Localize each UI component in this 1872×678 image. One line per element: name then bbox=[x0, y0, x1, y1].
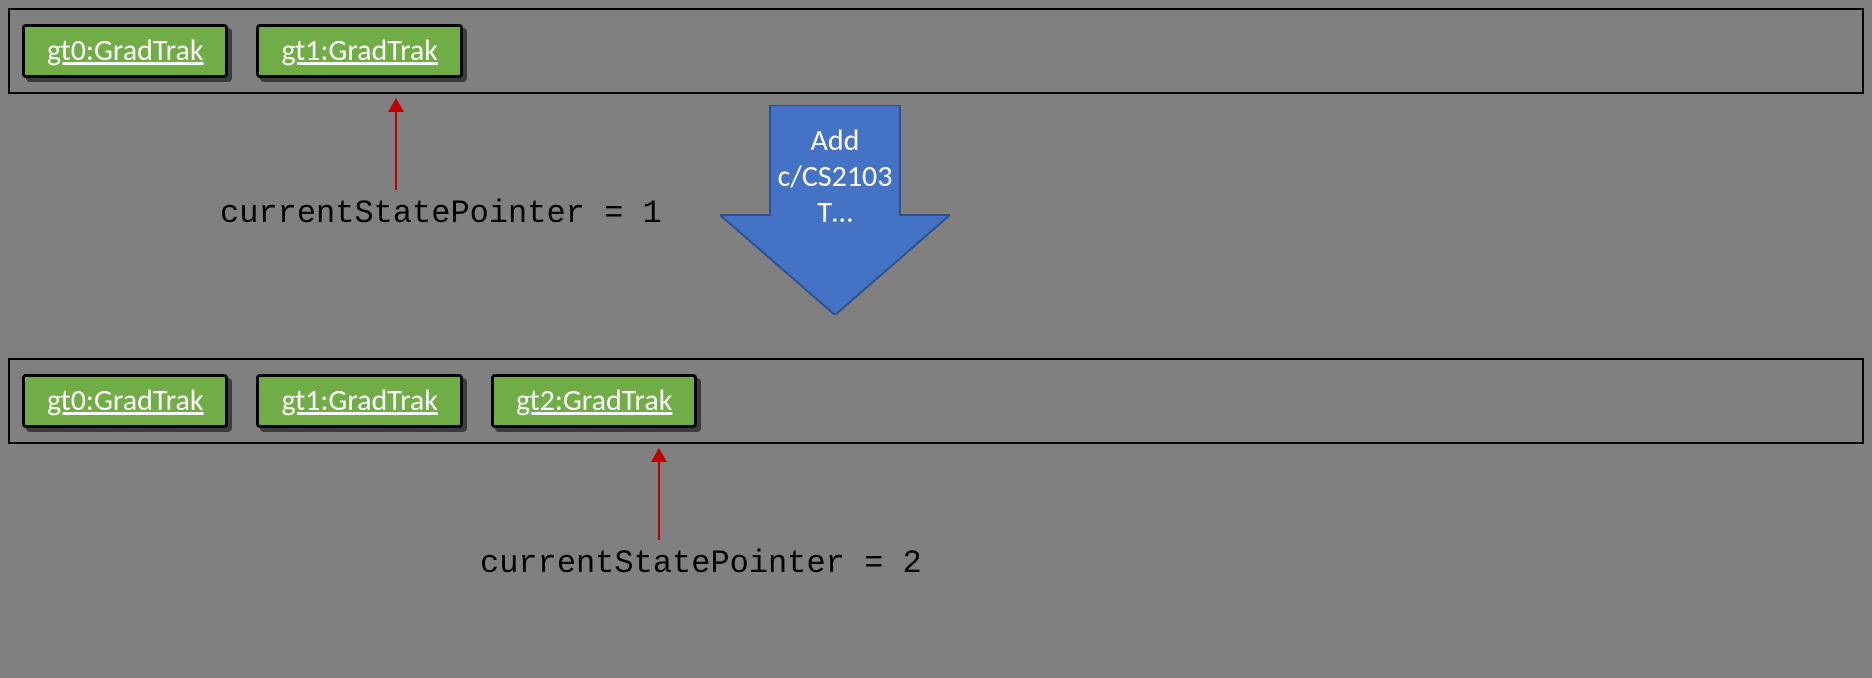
pointer-arrow-after bbox=[658, 450, 660, 540]
state-box-gt0-before: gt0:GradTrak bbox=[22, 24, 228, 78]
pointer-label-before: currentStatePointer = 1 bbox=[220, 195, 662, 232]
action-arrow: Add c/CS2103 T… bbox=[720, 105, 950, 315]
action-arrow-line3: T… bbox=[720, 195, 950, 231]
action-arrow-line1: Add bbox=[720, 123, 950, 159]
state-box-gt2-after: gt2:GradTrak bbox=[491, 374, 697, 428]
state-list-after: gt0:GradTrak gt1:GradTrak gt2:GradTrak bbox=[8, 358, 1864, 444]
state-box-gt0-after: gt0:GradTrak bbox=[22, 374, 228, 428]
action-arrow-line2: c/CS2103 bbox=[720, 159, 950, 195]
state-box-gt1-before: gt1:GradTrak bbox=[256, 24, 462, 78]
state-list-before: gt0:GradTrak gt1:GradTrak bbox=[8, 8, 1864, 94]
pointer-arrow-before bbox=[395, 100, 397, 190]
pointer-label-after: currentStatePointer = 2 bbox=[480, 545, 922, 582]
state-box-gt1-after: gt1:GradTrak bbox=[256, 374, 462, 428]
